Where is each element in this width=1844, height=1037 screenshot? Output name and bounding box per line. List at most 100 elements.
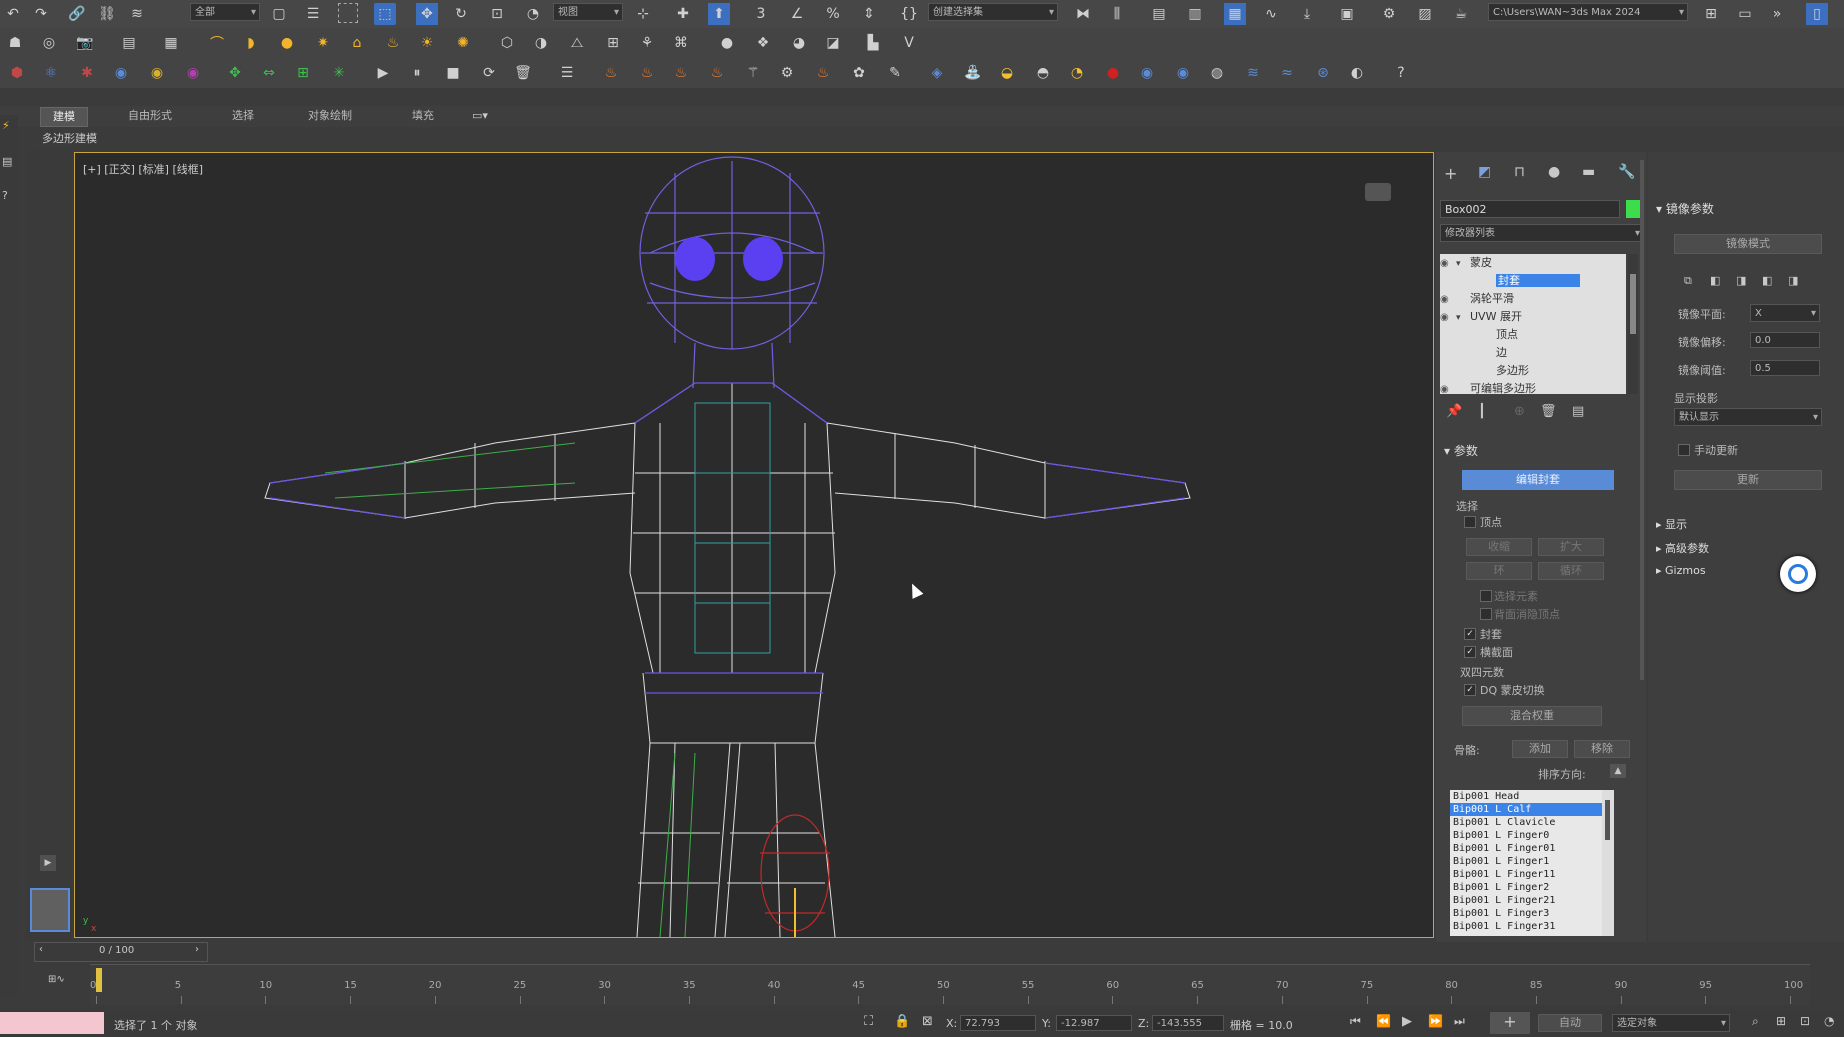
teapot-icon[interactable]: ☗ (4, 32, 26, 54)
expand-layout-icon[interactable]: ▶ (40, 855, 56, 871)
go-to-start-icon[interactable]: ⏮ (1350, 1014, 1361, 1029)
tab-modeling[interactable]: 建模 (40, 107, 88, 127)
phoenix-tool-1-icon[interactable]: ⚚ (742, 62, 764, 84)
motion-tab-icon[interactable]: ● (1548, 164, 1560, 180)
tab-freeform[interactable]: 自由形式 (116, 107, 184, 125)
sphere-light-icon[interactable]: ● (276, 32, 298, 54)
green-tool-3-icon[interactable]: ⊞ (292, 62, 314, 84)
torus-icon[interactable]: ◎ (38, 32, 60, 54)
bone-list-item[interactable]: Bip001 L Finger01 (1450, 842, 1602, 855)
vfb-icon[interactable]: ◪ (822, 32, 844, 54)
sun-icon[interactable]: ☀ (416, 32, 438, 54)
unlink-icon[interactable]: ⛓ (96, 3, 118, 25)
modifier-stack[interactable]: ◉ ▾ 蒙皮 封套 ◉ 涡轮平滑 ◉ ▾ UVW 展开 顶点边多边形 ◉ 可编辑多边形 (1440, 254, 1626, 394)
bind-spacewarp-icon[interactable]: ≋ (126, 3, 148, 25)
schematic-view-icon[interactable]: ⤓ (1296, 3, 1318, 25)
material-sphere-icon[interactable]: ● (716, 32, 738, 54)
bone-list-item[interactable]: Bip001 L Finger0 (1450, 829, 1602, 842)
layout-thumbnail[interactable] (30, 888, 70, 932)
mirror-mode-button[interactable]: 镜像模式 (1674, 234, 1822, 254)
prev-frame-icon[interactable]: ‹ (39, 944, 43, 955)
phoenix-tool-4-icon[interactable]: ✿ (848, 62, 870, 84)
modifier-stack-item[interactable]: 边 (1440, 344, 1626, 362)
trash-icon[interactable]: 🗑 (512, 62, 534, 84)
modifier-list-dropdown[interactable]: 修改器列表 (1440, 224, 1644, 243)
zoom-all-icon[interactable]: ⊞ (1776, 1014, 1786, 1028)
modifier-stack-item[interactable]: 封套 (1440, 272, 1626, 290)
next-frame-icon[interactable]: › (195, 944, 199, 955)
liquid-6-icon[interactable]: ● (1102, 62, 1124, 84)
help-icon[interactable]: ? (1390, 62, 1412, 84)
assistant-bubble-icon[interactable] (1780, 556, 1816, 592)
grid-tool-icon[interactable]: ⊞ (602, 32, 624, 54)
spotlight-icon[interactable]: ⌒ (206, 32, 228, 54)
geometry-icon[interactable]: ⧍ (566, 32, 588, 54)
select-by-name-icon[interactable]: ☰ (302, 3, 324, 25)
visibility-eye-icon[interactable]: ◉ (1440, 381, 1456, 394)
dq-toggle-checkbox[interactable]: ✓ (1464, 684, 1476, 696)
bone-list-item[interactable]: Bip001 L Finger11 (1450, 868, 1602, 881)
y-coordinate[interactable]: -12.987 (1056, 1015, 1132, 1031)
sort-direction-icon[interactable]: ▲ (1610, 764, 1626, 778)
undo-icon[interactable]: ↶ (2, 3, 24, 25)
timeline-playhead[interactable] (96, 968, 102, 992)
scene-explorer-icon[interactable]: ▦ (1224, 3, 1246, 25)
viewport[interactable]: [+] [正交] [标准] [线框] y x (74, 152, 1434, 938)
scale-icon[interactable]: ⊡ (486, 3, 508, 25)
rotate-icon[interactable]: ↻ (450, 3, 472, 25)
liquid-8-icon[interactable]: ◉ (1172, 62, 1194, 84)
pause-icon[interactable]: ⏸ (406, 62, 428, 84)
angle-snap-icon[interactable]: ∠ (786, 3, 808, 25)
modifier-stack-scrollbar[interactable] (1628, 254, 1638, 394)
texture-icon[interactable]: ◕ (788, 32, 810, 54)
bone-list-item[interactable]: Bip001 L Calf (1450, 803, 1602, 816)
shrink-button[interactable]: 收缩 (1466, 538, 1532, 556)
proxy-icon[interactable]: ⌘ (670, 32, 692, 54)
ies-light-icon[interactable]: ✷ (312, 32, 334, 54)
log-icon[interactable]: ☰ (556, 62, 578, 84)
phoenix-tool-3-icon[interactable]: ♨ (812, 62, 834, 84)
liquid-7-icon[interactable]: ◉ (1136, 62, 1158, 84)
fire-2-icon[interactable]: ♨ (636, 62, 658, 84)
configure-sets-icon[interactable]: ▤ (1572, 404, 1584, 419)
phoenix-tool-2-icon[interactable]: ⚙ (776, 62, 798, 84)
display-projection-dropdown[interactable]: 默认显示 (1674, 408, 1822, 427)
bone-list-scrollbar[interactable] (1602, 790, 1614, 936)
remove-modifier-icon[interactable]: 🗑 (1540, 404, 1557, 419)
rect-selection-icon[interactable] (338, 3, 358, 23)
reference-coord-dropdown[interactable]: 视图 (553, 3, 623, 22)
link-icon[interactable]: 🔗 (66, 3, 88, 25)
expand-arrow-icon[interactable]: ▾ (1456, 255, 1470, 273)
cube-icon[interactable]: ⬡ (496, 32, 518, 54)
mirror-tool-5-icon[interactable]: ◨ (1788, 274, 1798, 287)
modifier-stack-item[interactable]: ◉ ▾ 蒙皮 (1440, 254, 1626, 272)
hierarchy-tab-icon[interactable]: ⊓ (1514, 164, 1525, 180)
visibility-eye-icon[interactable]: ◉ (1440, 255, 1456, 273)
camera-icon[interactable]: 📷 (74, 32, 96, 54)
utilities-tab-icon[interactable]: 🔧 (1618, 164, 1635, 180)
display-tab-icon[interactable]: ▬ (1582, 164, 1595, 180)
manual-update-checkbox[interactable] (1678, 444, 1690, 456)
mirror-threshold-spinner[interactable]: 0.5 (1750, 360, 1820, 376)
bone-list-item[interactable]: Bip001 L Finger2 (1450, 881, 1602, 894)
zoom-icon[interactable]: ⌕ (1752, 1014, 1759, 1029)
add-bone-button[interactable]: 添加 (1512, 740, 1568, 758)
material-editor-icon[interactable]: ▣ (1336, 3, 1358, 25)
zoom-extents-icon[interactable]: ⊡ (1800, 1014, 1810, 1028)
render-icon[interactable]: ☕ (1450, 3, 1472, 25)
selection-filter-dropdown[interactable]: 全部 (190, 3, 260, 22)
command-panel-scrollbar[interactable] (1640, 160, 1644, 680)
next-key-icon[interactable]: ⏩ (1428, 1014, 1443, 1028)
mirror-tool-4-icon[interactable]: ◧ (1762, 274, 1772, 287)
scene-icon[interactable]: ⚡ (2, 119, 10, 132)
window-crossing-icon[interactable]: ⬚ (374, 3, 396, 25)
pin-stack-icon[interactable]: 📌 (1446, 404, 1462, 419)
time-slider[interactable]: ‹ 0 / 100 › (34, 942, 208, 962)
project-path-dropdown[interactable]: C:\Users\WAN~3ds Max 2024 (1488, 3, 1688, 22)
rendered-frame-icon[interactable]: ▨ (1414, 3, 1436, 25)
place-icon[interactable]: ◔ (522, 3, 544, 25)
loop-button[interactable]: 循环 (1538, 562, 1604, 580)
modify-tab-icon[interactable]: ◩ (1478, 164, 1491, 180)
orbit-icon[interactable]: ◔ (1824, 1014, 1834, 1028)
x-coordinate[interactable]: 72.793 (960, 1015, 1036, 1031)
